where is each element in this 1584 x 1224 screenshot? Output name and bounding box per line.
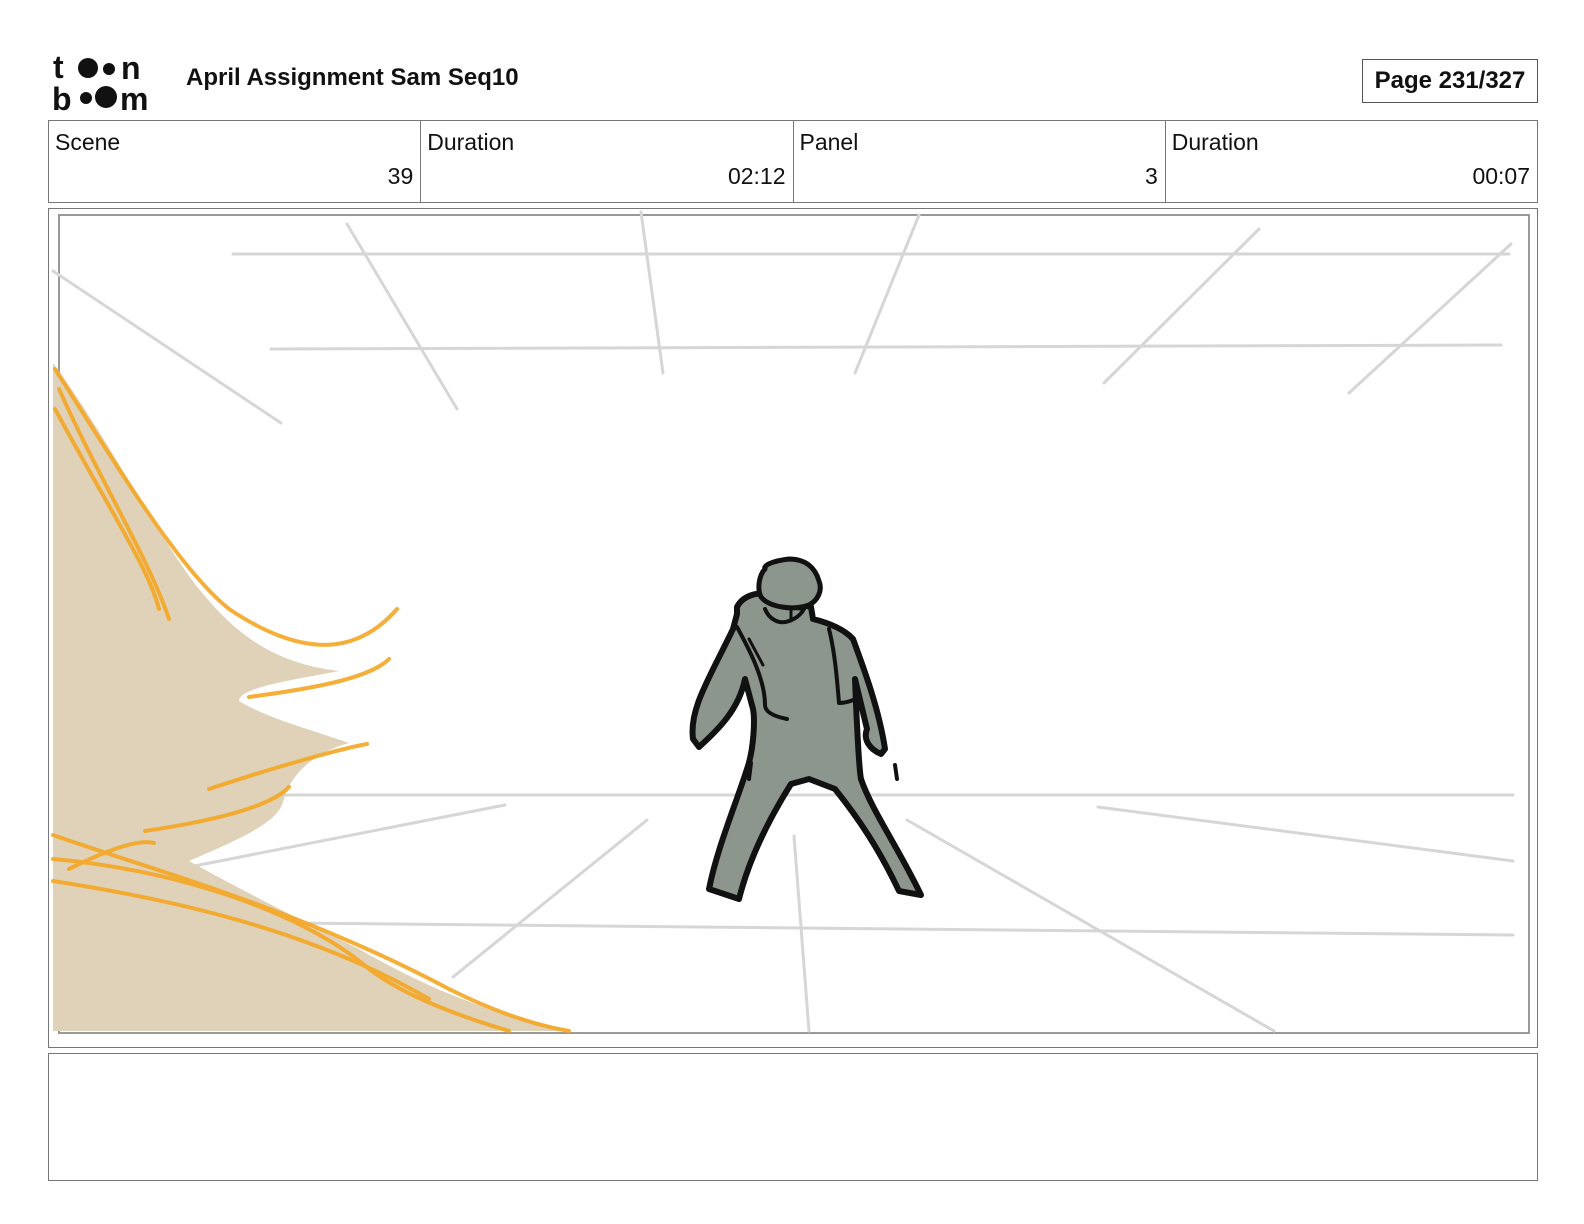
- svg-text:m: m: [120, 81, 148, 112]
- panel-notes-box[interactable]: [48, 1053, 1538, 1181]
- panel-cell: Panel 3: [794, 121, 1166, 202]
- scene-cell: Scene 39: [49, 121, 422, 202]
- panel-duration-value: 00:07: [1472, 163, 1530, 189]
- toon-boom-logo-mark: t n b m: [52, 52, 148, 112]
- scene-value: 39: [387, 163, 414, 189]
- scene-duration-label: Duration: [427, 129, 515, 155]
- scene-label: Scene: [55, 129, 121, 155]
- panel-duration-label: Duration: [1171, 129, 1259, 155]
- panel-value: 3: [1144, 163, 1158, 189]
- panel-duration-cell: Duration 00:07: [1166, 121, 1537, 202]
- page-number: Page 231/327: [1362, 59, 1538, 103]
- foreground-character-hair: [51, 363, 571, 1033]
- standing-figure: [689, 556, 924, 902]
- storyboard-panel: [48, 208, 1538, 1048]
- scene-duration-cell: Duration 02:12: [421, 121, 794, 202]
- svg-text:b: b: [52, 81, 72, 112]
- panel-drawing: [51, 210, 1530, 1034]
- scene-duration-value: 02:12: [727, 163, 786, 189]
- panel-label: Panel: [799, 129, 859, 155]
- storyboard-info-row: Scene 39 Duration 02:12 Panel 3 Duration…: [48, 120, 1538, 203]
- document-title: April Assignment Sam Seq10: [186, 64, 519, 91]
- toon-boom-logo: t n b m: [52, 52, 164, 112]
